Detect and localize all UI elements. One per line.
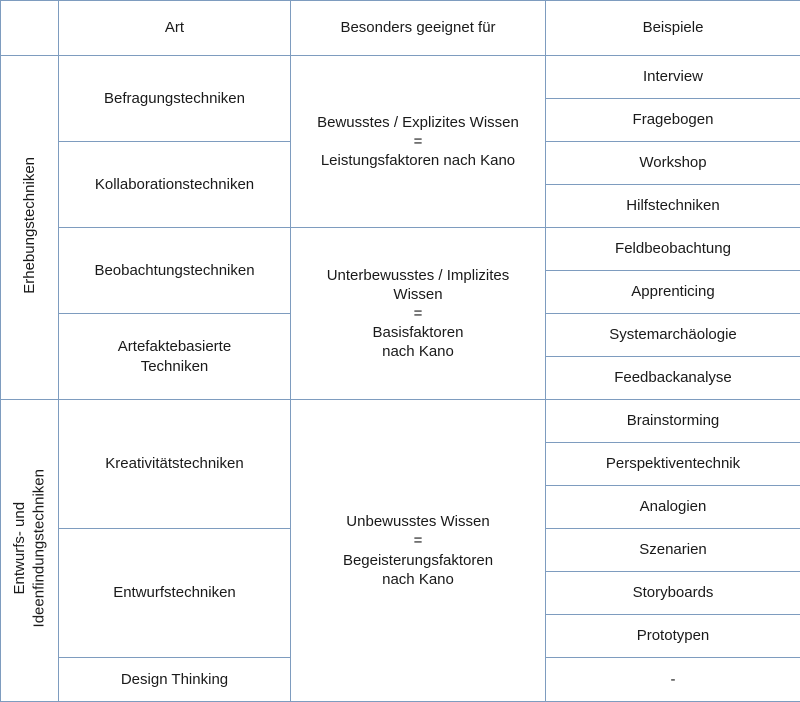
beispiel-cell-brainstorming: Brainstorming bbox=[546, 400, 800, 443]
beispiel-cell-analogien: Analogien bbox=[546, 486, 800, 529]
beispiel-cell-prototypen: Prototypen bbox=[546, 615, 800, 658]
art-cell-kollaborationstechniken: Kollaborationstechniken bbox=[59, 142, 291, 228]
beispiel-cell-feedbackanalyse: Feedbackanalyse bbox=[546, 357, 800, 400]
geeignet-cell-unterbewusstes-implizites-wissen: Unterbewusstes / Implizites Wissen = Bas… bbox=[291, 228, 546, 400]
beispiel-cell-empty-dash: - bbox=[546, 658, 800, 702]
section-label-entwurfs-und-ideenfindungstechniken: Entwurfs- und Ideenfindungstechniken bbox=[1, 400, 59, 702]
beispiel-cell-fragebogen: Fragebogen bbox=[546, 99, 800, 142]
beispiel-cell-storyboards: Storyboards bbox=[546, 572, 800, 615]
beispiel-cell-apprenticing: Apprenticing bbox=[546, 271, 800, 314]
beispiel-cell-workshop: Workshop bbox=[546, 142, 800, 185]
column-header-beispiele: Beispiele bbox=[546, 1, 800, 56]
column-header-art: Art bbox=[59, 1, 291, 56]
section-label-erhebungstechniken: Erhebungstechniken bbox=[1, 56, 59, 400]
corner-blank-cell bbox=[1, 1, 59, 56]
geeignet-cell-unbewusstes-wissen: Unbewusstes Wissen = Begeisterungsfaktor… bbox=[291, 400, 546, 702]
geeignet-cell-bewusstes-explizites-wissen: Bewusstes / Explizites Wissen = Leistung… bbox=[291, 56, 546, 228]
beispiel-cell-hilfstechniken: Hilfstechniken bbox=[546, 185, 800, 228]
section-label-text: Entwurfs- und Ideenfindungstechniken bbox=[10, 469, 49, 627]
beispiel-cell-interview: Interview bbox=[546, 56, 800, 99]
beispiel-cell-perspektiventechnik: Perspektiventechnik bbox=[546, 443, 800, 486]
art-cell-design-thinking: Design Thinking bbox=[59, 658, 291, 702]
techniques-matrix: Art Besonders geeignet für Beispiele Erh… bbox=[0, 0, 800, 701]
header-row: Art Besonders geeignet für Beispiele bbox=[1, 1, 800, 56]
section-label-text: Erhebungstechniken bbox=[20, 157, 40, 294]
table-row: Entwurfs- und Ideenfindungstechniken Kre… bbox=[1, 400, 800, 443]
art-cell-artefaktebasierte-techniken: Artefaktebasierte Techniken bbox=[59, 314, 291, 400]
art-cell-kreativitaetstechniken: Kreativitätstechniken bbox=[59, 400, 291, 529]
table-row: Erhebungstechniken Befragungstechniken B… bbox=[1, 56, 800, 99]
beispiel-cell-szenarien: Szenarien bbox=[546, 529, 800, 572]
art-cell-beobachtungstechniken: Beobachtungstechniken bbox=[59, 228, 291, 314]
art-cell-befragungstechniken: Befragungstechniken bbox=[59, 56, 291, 142]
beispiel-cell-systemarchaeologie: Systemarchäologie bbox=[546, 314, 800, 357]
beispiel-cell-feldbeobachtung: Feldbeobachtung bbox=[546, 228, 800, 271]
art-cell-entwurfstechniken: Entwurfstechniken bbox=[59, 529, 291, 658]
table-row: Beobachtungstechniken Unterbewusstes / I… bbox=[1, 228, 800, 271]
matrix-table: Art Besonders geeignet für Beispiele Erh… bbox=[0, 0, 800, 702]
column-header-besonders-geeignet-fuer: Besonders geeignet für bbox=[291, 1, 546, 56]
